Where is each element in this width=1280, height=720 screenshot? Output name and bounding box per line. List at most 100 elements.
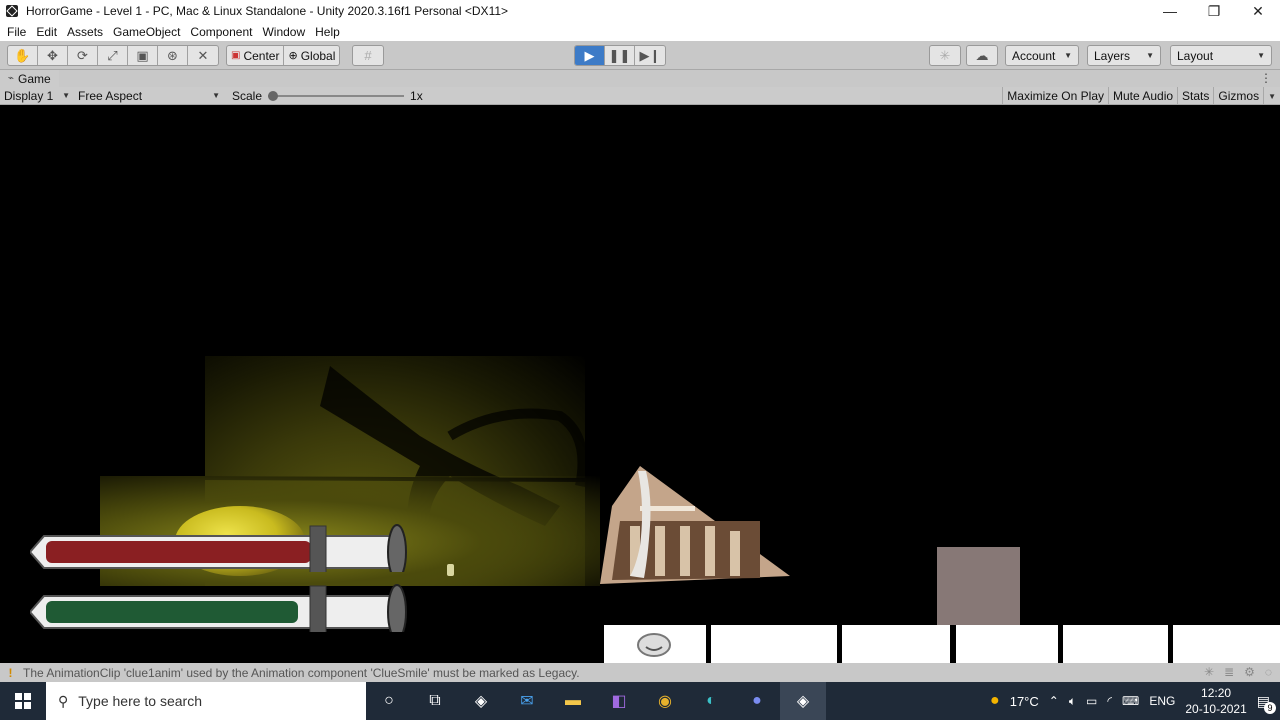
inventory-slot-2[interactable] <box>711 625 837 663</box>
chevron-down-icon: ▼ <box>1146 51 1154 60</box>
task-view-icon[interactable]: ⧉ <box>412 682 458 720</box>
restore-button[interactable]: ❐ <box>1192 0 1236 22</box>
custom-tool-icon[interactable]: ✕ <box>188 46 218 65</box>
battery-icon[interactable]: ▭ <box>1086 694 1097 708</box>
chevron-down-icon: ▼ <box>1064 51 1072 60</box>
tab-game-label: Game <box>18 71 51 86</box>
inventory-slot-5[interactable] <box>1063 625 1168 663</box>
tab-game[interactable]: ⌁ Game <box>0 70 59 87</box>
game-view[interactable] <box>0 106 1280 663</box>
scale-tool-icon[interactable]: ⤢ <box>98 46 128 65</box>
menu-assets[interactable]: Assets <box>62 25 108 39</box>
file-explorer-icon[interactable]: ▬ <box>550 682 596 720</box>
health-bar-fill <box>46 541 311 563</box>
cloud-icon[interactable]: ☁ <box>967 46 997 65</box>
space-global-button[interactable]: ⊕ Global <box>284 46 339 65</box>
gamepad-icon: ⌁ <box>8 73 15 84</box>
start-button[interactable] <box>0 682 46 720</box>
game-view-options: Maximize On Play Mute Audio Stats Gizmos… <box>1002 87 1280 105</box>
chevron-down-icon: ▼ <box>62 91 70 100</box>
layers-icon[interactable]: ≣ <box>1224 665 1234 679</box>
language-indicator[interactable]: ENG <box>1149 694 1175 708</box>
gizmos-dropdown[interactable]: ▼ <box>1263 87 1280 105</box>
move-tool-icon[interactable]: ✥ <box>38 46 68 65</box>
menu-help[interactable]: Help <box>310 25 345 39</box>
lamp-object <box>447 564 454 576</box>
pause-button[interactable]: ❚❚ <box>605 46 635 65</box>
system-tray: ● 17°C ⌃ 🔈︎ ▭ ◜ ⌨ ENG 12:20 20-10-2021 ▤… <box>990 682 1280 720</box>
cortana-icon[interactable]: ○ <box>366 682 412 720</box>
aspect-dropdown[interactable]: Free Aspect ▼ <box>74 87 224 105</box>
inventory-slot-3[interactable] <box>842 625 950 663</box>
grid-snap-group: # <box>352 45 384 66</box>
clock[interactable]: 12:20 20-10-2021 <box>1185 685 1246 717</box>
step-button[interactable]: ▶❙ <box>635 46 665 65</box>
discord-icon[interactable]: ● <box>734 682 780 720</box>
collab-group: ✳ <box>929 45 961 66</box>
menu-edit[interactable]: Edit <box>31 25 62 39</box>
menu-component[interactable]: Component <box>185 25 257 39</box>
temperature[interactable]: 17°C <box>1010 694 1039 709</box>
stamina-bar-fill <box>46 601 298 623</box>
layout-dropdown[interactable]: Layout ▼ <box>1170 45 1272 66</box>
keyboard-icon[interactable]: ⌨ <box>1122 694 1139 708</box>
account-dropdown[interactable]: Account ▼ <box>1005 45 1079 66</box>
weather-sun-icon: ● <box>990 692 1000 709</box>
wifi-icon[interactable]: ◜ <box>1107 694 1112 708</box>
mail-icon[interactable]: ✉ <box>504 682 550 720</box>
unity-icon <box>6 5 18 17</box>
chevron-up-icon[interactable]: ⌃ <box>1049 694 1059 708</box>
gizmos-toggle[interactable]: Gizmos <box>1213 87 1263 105</box>
inventory-slot-4[interactable] <box>956 625 1058 663</box>
visual-studio-icon[interactable]: ◧ <box>596 682 642 720</box>
rect-tool-icon[interactable]: ▣ <box>128 46 158 65</box>
inventory-slot-1[interactable] <box>604 625 706 663</box>
account-label: Account <box>1012 48 1056 63</box>
volume-icon[interactable]: 🔈︎ <box>1069 694 1076 709</box>
scale-slider-handle[interactable] <box>268 90 279 101</box>
console-status-bar[interactable]: ! The AnimationClip 'clue1anim' used by … <box>0 663 1280 682</box>
menu-gameobject[interactable]: GameObject <box>108 25 185 39</box>
inventory-slot-6[interactable] <box>1173 625 1280 663</box>
game-tab-bar: ⌁ Game ⋮ <box>0 70 1280 87</box>
search-icon: ⚲ <box>58 692 69 709</box>
more-options-icon[interactable]: ⋮ <box>1260 71 1272 85</box>
layers-label: Layers <box>1094 48 1131 63</box>
bug-icon[interactable]: ✳ <box>1204 665 1214 679</box>
unity-hub-icon[interactable]: ◈ <box>458 682 504 720</box>
layers-dropdown[interactable]: Layers ▼ <box>1087 45 1161 66</box>
stats-toggle[interactable]: Stats <box>1177 87 1213 105</box>
pivot-center-button[interactable]: ▣ Center <box>227 46 285 65</box>
health-bar <box>30 524 407 572</box>
minimize-button[interactable]: — <box>1148 0 1192 22</box>
maximize-on-play-toggle[interactable]: Maximize On Play <box>1002 87 1108 105</box>
main-toolbar: ✋ ✥ ⟳ ⤢ ▣ ⊛ ✕ ▣ Center ⊕ Global # ▶ ❚❚ ▶… <box>0 41 1280 70</box>
transform-tool-icon[interactable]: ⊛ <box>158 46 188 65</box>
hand-tool-icon[interactable]: ✋ <box>8 46 38 65</box>
display-dropdown[interactable]: Display 1 ▼ <box>0 87 74 105</box>
unity-editor-icon[interactable]: ◈ <box>780 682 826 720</box>
menu-window[interactable]: Window <box>257 25 310 39</box>
taskbar-search-box[interactable]: ⚲ Type here to search <box>46 682 366 720</box>
play-controls: ▶ ❚❚ ▶❙ <box>574 45 666 66</box>
scale-slider[interactable] <box>268 90 405 101</box>
play-button[interactable]: ▶ <box>575 46 605 65</box>
search-placeholder: Type here to search <box>78 693 203 709</box>
mute-audio-toggle[interactable]: Mute Audio <box>1108 87 1177 105</box>
grid-snap-icon[interactable]: # <box>353 46 383 65</box>
space-label: Global <box>300 48 336 63</box>
settings-icon[interactable]: ⚙ <box>1244 665 1255 679</box>
rotate-tool-icon[interactable]: ⟳ <box>68 46 98 65</box>
menu-bar: File Edit Assets GameObject Component Wi… <box>0 22 1280 41</box>
stamina-bar <box>30 584 407 632</box>
aspect-label: Free Aspect <box>78 88 143 103</box>
chevron-down-icon: ▼ <box>212 91 220 100</box>
menu-file[interactable]: File <box>2 25 31 39</box>
chrome-icon[interactable]: ◉ <box>642 682 688 720</box>
notifications-icon[interactable]: ▤ 9 <box>1257 693 1276 714</box>
transform-tools: ✋ ✥ ⟳ ⤢ ▣ ⊛ ✕ <box>7 45 219 66</box>
close-button[interactable]: ✕ <box>1236 0 1280 22</box>
windows-logo-icon <box>15 693 31 709</box>
collab-icon[interactable]: ✳ <box>930 46 960 65</box>
edge-icon[interactable]: ◐ <box>688 682 734 720</box>
